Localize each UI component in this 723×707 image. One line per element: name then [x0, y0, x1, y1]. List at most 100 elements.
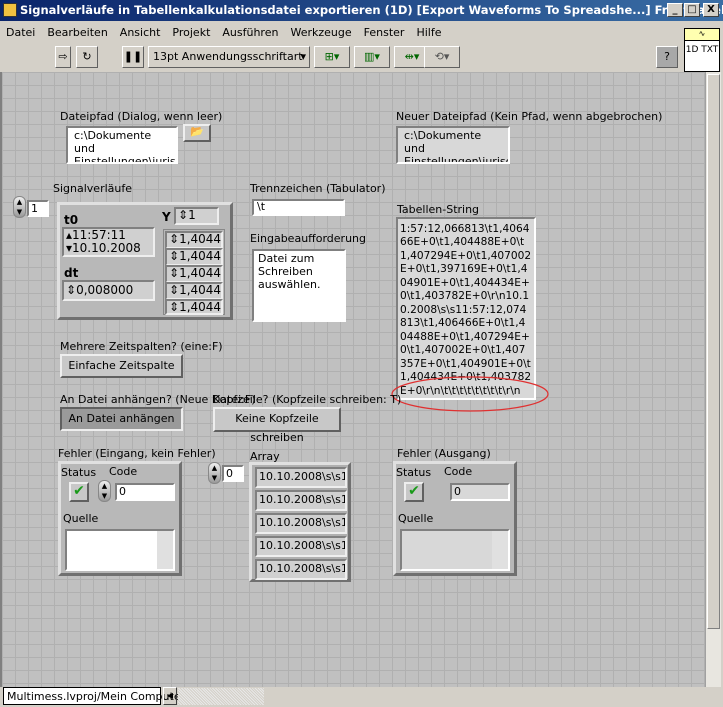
- code-input[interactable]: 0: [115, 483, 175, 501]
- code-indicator: 0: [450, 483, 510, 501]
- status-checkmark-icon: ✔: [404, 482, 424, 502]
- dt-value: 0,008000: [76, 283, 134, 297]
- neuer-dateipfad-label: Neuer Dateipfad (Kein Pfad, wenn abgebro…: [396, 110, 663, 123]
- front-panel: [0, 72, 705, 687]
- dt-label: dt: [64, 266, 79, 280]
- window-title: Signalverläufe in Tabellenkalkulationsda…: [20, 3, 723, 17]
- quelle-input[interactable]: [65, 529, 175, 571]
- array-index-spinner[interactable]: ▲ ▼: [208, 462, 221, 484]
- title-bar: Signalverläufe in Tabellenkalkulationsda…: [0, 0, 723, 21]
- highlight-ellipse: [391, 376, 549, 412]
- chevron-down-icon: ▾: [300, 50, 306, 63]
- toolbar: ⇨ ↻ ❚❚ 13pt Anwendungsschriftart ▾ ⊞▾ ▥▾ …: [0, 44, 680, 70]
- code-spinner[interactable]: ▲ ▼: [98, 480, 111, 502]
- horizontal-scrollbar[interactable]: [178, 688, 264, 705]
- y-label: Y: [162, 210, 171, 224]
- eingabeaufforderung-label: Eingabeaufforderung: [250, 232, 366, 245]
- menu-bearbeiten[interactable]: Bearbeiten: [41, 22, 113, 42]
- y-index-value: 1: [188, 208, 196, 222]
- scroll-left-icon[interactable]: ◀: [163, 687, 177, 705]
- vi-icon-text: 1D TXT: [685, 45, 719, 55]
- code-label: Code: [109, 465, 138, 478]
- pause-icon[interactable]: ❚❚: [122, 46, 144, 68]
- fehler-ausgang-cluster: Status Code ✔ 0 Quelle: [393, 461, 517, 576]
- neuer-dateipfad-indicator: c:\Dokumente und Einstellungen\jurisch\D…: [396, 126, 510, 164]
- menu-werkzeuge[interactable]: Werkzeuge: [284, 22, 357, 42]
- array-element: 10.10.2008\s\s11: [255, 513, 347, 534]
- signalverlaeufe-label: Signalverläufe: [53, 182, 132, 195]
- font-select-value: 13pt Anwendungsschriftart: [153, 50, 303, 63]
- distribute-objects-icon[interactable]: ▥▾: [354, 46, 390, 68]
- vertical-scrollbar[interactable]: [705, 72, 721, 687]
- y-index-input[interactable]: ⇕1: [174, 207, 219, 225]
- y-value[interactable]: ⇕1,404488: [165, 265, 223, 283]
- reorder-icon[interactable]: ⟲▾: [424, 46, 460, 68]
- fehler-eingang-label: Fehler (Eingang, kein Fehler): [58, 447, 216, 460]
- menu-projekt[interactable]: Projekt: [166, 22, 216, 42]
- tabellen-string-text: 4488E+0\t1,407294E+0\t1,407002E+0\t1,407…: [400, 219, 532, 397]
- an-datei-anhaengen-button[interactable]: An Datei anhängen: [60, 407, 183, 431]
- quelle-indicator: [400, 529, 510, 571]
- y-array: ⇕1,404488 ⇕1,404488 ⇕1,404488 ⇕1,404488 …: [163, 229, 225, 315]
- eingabeaufforderung-input[interactable]: Datei zum Schreiben auswählen.: [252, 249, 346, 322]
- waveform-cluster: t0 ▴11:57:11 ▾10.10.2008 dt ⇕0,008000 Y ⇕…: [57, 202, 233, 320]
- vi-icon: ∿ 1D TXT: [684, 28, 720, 72]
- einfache-zeitspalte-button[interactable]: Einfache Zeitspalte: [60, 354, 183, 378]
- t0-label: t0: [64, 213, 79, 227]
- menu-ausfuehren[interactable]: Ausführen: [216, 22, 284, 42]
- y-value-text: 1,404488: [179, 266, 222, 280]
- status-bar: Multimess.lvproj/Mein Computer ◀: [0, 687, 723, 707]
- menu-fenster[interactable]: Fenster: [358, 22, 411, 42]
- array-index-input[interactable]: 0: [222, 465, 244, 482]
- menu-datei[interactable]: Datei: [0, 22, 41, 42]
- array-element: 10.10.2008\s\s11: [255, 467, 347, 488]
- scrollbar[interactable]: [157, 531, 173, 569]
- scrollbar[interactable]: [492, 531, 508, 569]
- dateipfad-label: Dateipfad (Dialog, wenn leer): [60, 110, 223, 123]
- minimize-button[interactable]: _: [667, 3, 683, 17]
- run-icon[interactable]: ⇨: [55, 46, 71, 68]
- kopfzeile-label: Kopfzeile? (Kopfzeile schreiben: T): [213, 393, 402, 406]
- zeitspalten-label: Mehrere Zeitspalten? (eine:F): [60, 340, 223, 353]
- dt-field[interactable]: ⇕0,008000: [62, 280, 155, 301]
- y-value[interactable]: ⇕1,404488: [165, 282, 223, 300]
- run-continuously-icon[interactable]: ↻: [76, 46, 98, 68]
- project-path: Multimess.lvproj/Mein Computer: [3, 687, 185, 705]
- font-select[interactable]: 13pt Anwendungsschriftart ▾: [148, 46, 310, 68]
- labview-icon: [3, 3, 17, 17]
- array-element: 10.10.2008\s\s11: [255, 536, 347, 557]
- quelle-label: Quelle: [63, 512, 99, 525]
- trennzeichen-label: Trennzeichen (Tabulator): [250, 182, 386, 195]
- fehler-eingang-cluster: Status Code ✔ ▲ ▼ 0 Quelle: [58, 461, 182, 576]
- status-checkmark-icon[interactable]: ✔: [69, 482, 89, 502]
- quelle-label: Quelle: [398, 512, 434, 525]
- array-indicator: 10.10.2008\s\s11 10.10.2008\s\s11 10.10.…: [249, 462, 351, 582]
- array-element: 10.10.2008\s\s11: [255, 559, 347, 580]
- keine-kopfzeile-button[interactable]: Keine Kopfzeile schreiben: [213, 407, 341, 444]
- array-index-spinner[interactable]: ▲ ▼: [13, 196, 26, 218]
- dateipfad-input[interactable]: c:\Dokumente und Einstellungen\jurisch\D…: [66, 126, 178, 164]
- y-value-text: 1,404488: [179, 232, 222, 246]
- y-value-text: 1,404488: [179, 300, 222, 314]
- maximize-button[interactable]: □: [684, 3, 700, 17]
- t0-field[interactable]: ▴11:57:11 ▾10.10.2008: [62, 227, 155, 257]
- trennzeichen-input[interactable]: \t: [252, 199, 345, 216]
- fehler-ausgang-label: Fehler (Ausgang): [397, 447, 491, 460]
- align-objects-icon[interactable]: ⊞▾: [314, 46, 350, 68]
- menu-hilfe[interactable]: Hilfe: [410, 22, 447, 42]
- status-label: Status: [396, 466, 432, 479]
- folder-browse-icon[interactable]: 📂: [183, 124, 211, 142]
- signal-index-input[interactable]: 1: [27, 200, 49, 217]
- help-icon[interactable]: ?: [656, 46, 678, 68]
- scrollbar-thumb[interactable]: [707, 74, 720, 629]
- t0-date: 10.10.2008: [72, 241, 141, 255]
- y-value[interactable]: ⇕1,404488: [165, 299, 223, 315]
- menu-bar: Datei Bearbeiten Ansicht Projekt Ausführ…: [0, 22, 680, 42]
- close-button[interactable]: X: [703, 3, 719, 17]
- y-value[interactable]: ⇕1,404488: [165, 231, 223, 249]
- status-label: Status: [61, 466, 97, 479]
- tabellen-string-label: Tabellen-String: [397, 203, 480, 216]
- code-label: Code: [444, 465, 473, 478]
- y-value[interactable]: ⇕1,404488: [165, 248, 223, 266]
- menu-ansicht[interactable]: Ansicht: [114, 22, 167, 42]
